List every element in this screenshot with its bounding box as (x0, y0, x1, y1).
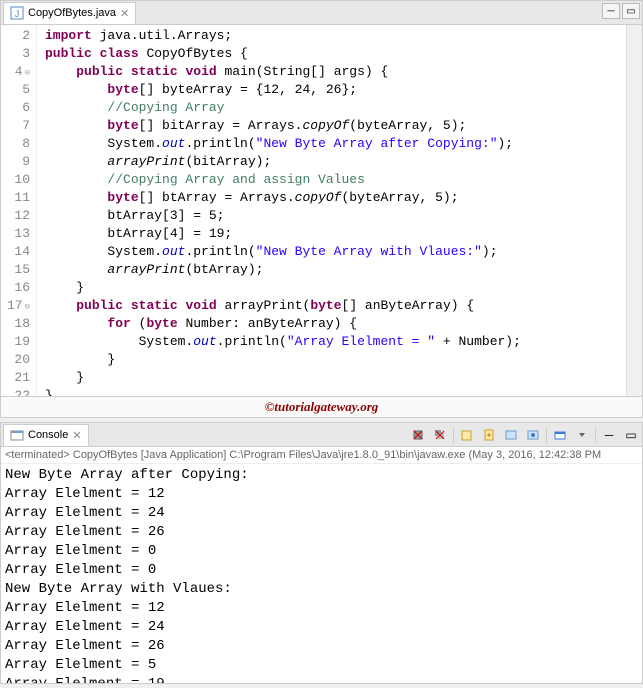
vertical-scrollbar[interactable] (626, 25, 642, 396)
toolbar-separator (546, 427, 547, 443)
line-number: 13 (1, 225, 30, 243)
console-line: Array Elelment = 26 (5, 637, 638, 656)
scroll-lock-icon[interactable] (480, 426, 498, 444)
editor-tab-label: CopyOfBytes.java (28, 7, 116, 19)
code-line[interactable]: } (45, 387, 642, 396)
open-console-icon[interactable] (551, 426, 569, 444)
line-number: 15 (1, 261, 30, 279)
code-line[interactable]: } (45, 351, 642, 369)
console-icon (10, 428, 24, 442)
code-line[interactable]: //Copying Array (45, 99, 642, 117)
console-line: Array Elelment = 0 (5, 561, 638, 580)
console-line: New Byte Array after Copying: (5, 466, 638, 485)
console-line: Array Elelment = 26 (5, 523, 638, 542)
close-icon[interactable]: ✕ (72, 429, 81, 442)
code-line[interactable]: public static void arrayPrint(byte[] anB… (45, 297, 642, 315)
code-line[interactable]: btArray[3] = 5; (45, 207, 642, 225)
line-number: 14 (1, 243, 30, 261)
pin-console-icon[interactable] (502, 426, 520, 444)
console-toolbar: ─ ▭ (409, 426, 640, 444)
code-line[interactable]: System.out.println("New Byte Array with … (45, 243, 642, 261)
clear-console-icon[interactable] (458, 426, 476, 444)
console-pane: Console ✕ ─ ▭ <terminated> CopyOfBytes [… (0, 422, 643, 684)
line-number: 19 (1, 333, 30, 351)
code-line[interactable]: import java.util.Arrays; (45, 27, 642, 45)
line-number: 9 (1, 153, 30, 171)
code-line[interactable]: arrayPrint(bitArray); (45, 153, 642, 171)
line-number: 2 (1, 27, 30, 45)
code-line[interactable]: byte[] bitArray = Arrays.copyOf(byteArra… (45, 117, 642, 135)
java-file-icon: J (10, 6, 24, 20)
line-number: 17⊖ (1, 297, 30, 315)
console-line: Array Elelment = 12 (5, 485, 638, 504)
code-area[interactable]: 234⊖567891011121314151617⊖1819202122 imp… (1, 25, 642, 396)
watermark-text: ©tutorialgateway.org (1, 396, 642, 417)
toolbar-separator (595, 427, 596, 443)
window-controls: ─ ▭ (602, 3, 640, 19)
display-selected-icon[interactable] (524, 426, 542, 444)
code-line[interactable]: btArray[4] = 19; (45, 225, 642, 243)
line-number: 18 (1, 315, 30, 333)
code-line[interactable]: arrayPrint(btArray); (45, 261, 642, 279)
editor-pane: J CopyOfBytes.java ✕ ─ ▭ 234⊖56789101112… (0, 0, 643, 418)
line-number: 7 (1, 117, 30, 135)
line-number: 21 (1, 369, 30, 387)
maximize-button[interactable]: ▭ (622, 3, 640, 19)
line-number: 6 (1, 99, 30, 117)
console-line: Array Elelment = 24 (5, 504, 638, 523)
code-line[interactable]: byte[] btArray = Arrays.copyOf(byteArray… (45, 189, 642, 207)
code-line[interactable]: } (45, 279, 642, 297)
code-line[interactable]: byte[] byteArray = {12, 24, 26}; (45, 81, 642, 99)
close-icon[interactable]: ✕ (120, 7, 129, 20)
line-number: 10 (1, 171, 30, 189)
editor-tab-bar: J CopyOfBytes.java ✕ ─ ▭ (1, 1, 642, 25)
code-line[interactable]: for (byte Number: anByteArray) { (45, 315, 642, 333)
code-content[interactable]: import java.util.Arrays;public class Cop… (37, 25, 642, 396)
line-gutter: 234⊖567891011121314151617⊖1819202122 (1, 25, 37, 396)
code-line[interactable]: System.out.println("Array Elelment = " +… (45, 333, 642, 351)
maximize-button[interactable]: ▭ (622, 426, 640, 444)
line-number: 3 (1, 45, 30, 63)
code-line[interactable]: } (45, 369, 642, 387)
code-line[interactable]: public static void main(String[] args) { (45, 63, 642, 81)
console-line: Array Elelment = 19 (5, 675, 638, 683)
console-line: Array Elelment = 24 (5, 618, 638, 637)
toolbar-separator (453, 427, 454, 443)
console-tab-bar: Console ✕ ─ ▭ (1, 423, 642, 447)
editor-tab[interactable]: J CopyOfBytes.java ✕ (3, 2, 136, 24)
svg-text:J: J (15, 9, 20, 19)
line-number: 8 (1, 135, 30, 153)
dropdown-arrow-icon[interactable] (573, 426, 591, 444)
code-line[interactable]: System.out.println("New Byte Array after… (45, 135, 642, 153)
line-number: 22 (1, 387, 30, 396)
line-number: 12 (1, 207, 30, 225)
console-line: Array Elelment = 0 (5, 542, 638, 561)
minimize-button[interactable]: ─ (602, 3, 620, 19)
line-number: 11 (1, 189, 30, 207)
console-line: Array Elelment = 12 (5, 599, 638, 618)
line-number: 5 (1, 81, 30, 99)
line-number: 16 (1, 279, 30, 297)
console-line: Array Elelment = 5 (5, 656, 638, 675)
line-number: 20 (1, 351, 30, 369)
console-tab[interactable]: Console ✕ (3, 424, 89, 446)
console-tab-label: Console (28, 429, 68, 441)
console-line: New Byte Array with Vlaues: (5, 580, 638, 599)
console-output[interactable]: New Byte Array after Copying:Array Elelm… (1, 464, 642, 683)
remove-all-icon[interactable] (431, 426, 449, 444)
line-number: 4⊖ (1, 63, 30, 81)
minimize-button[interactable]: ─ (600, 426, 618, 444)
code-line[interactable]: //Copying Array and assign Values (45, 171, 642, 189)
code-line[interactable]: public class CopyOfBytes { (45, 45, 642, 63)
remove-launch-icon[interactable] (409, 426, 427, 444)
console-status: <terminated> CopyOfBytes [Java Applicati… (1, 447, 642, 464)
